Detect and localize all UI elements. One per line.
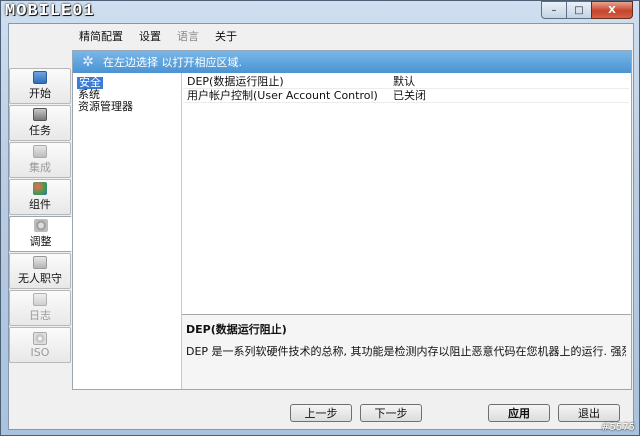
info-bar-text: 在左边选择 以打开相应区域. (103, 56, 242, 69)
tree-item-explorer[interactable]: 资源管理器 (77, 101, 177, 113)
tweaks-panel: ✲ 在左边选择 以打开相应区域. 安全 系统 资源管理器 DEP(数据运行阻止)… (72, 50, 632, 390)
nav-item-unattended[interactable]: 无人职守 (9, 253, 71, 289)
start-icon (33, 71, 47, 84)
nav-item-label: 日志 (29, 309, 51, 322)
maximize-button[interactable]: □ (566, 1, 592, 19)
nav-item-label: 任务 (29, 124, 51, 137)
nav-item-label: 开始 (29, 87, 51, 100)
title-bar: MOBILE01 – □ X (1, 1, 639, 23)
app-window: MOBILE01 – □ X 精简配置 设置 语言 关于 开始 任务 集成 组件… (0, 0, 640, 436)
gear-icon: ✲ (82, 54, 94, 70)
log-icon (33, 293, 47, 306)
button-bar: 上一步 下一步 应用 退出 (9, 396, 633, 426)
menu-item-settings[interactable]: 设置 (139, 28, 161, 44)
nav-item-start[interactable]: 开始 (9, 68, 71, 104)
window-controls: – □ X (541, 1, 633, 19)
description-pane: DEP(数据运行阻止) DEP 是一系列软硬件技术的总称, 其功能是检测内存以阻… (182, 314, 631, 389)
menu-item-language[interactable]: 语言 (177, 28, 199, 44)
task-icon (33, 108, 47, 121)
minimize-button[interactable]: – (541, 1, 567, 19)
sidebar-nav: 开始 任务 集成 组件 调整 无人职守 日志 ISO (9, 68, 72, 364)
menu-item-about[interactable]: 关于 (215, 28, 237, 44)
nav-item-task[interactable]: 任务 (9, 105, 71, 141)
setting-value: 已关闭 (393, 89, 426, 102)
list-item[interactable]: DEP(数据运行阻止) 默认 (183, 75, 629, 89)
settings-list: DEP(数据运行阻止) 默认 用户帐户控制(User Account Contr… (183, 75, 629, 103)
description-text: DEP 是一系列软硬件技术的总称, 其功能是检测内存以阻止恶意代码在您机器上的运… (186, 345, 626, 358)
tweaks-icon (33, 219, 48, 232)
apply-button[interactable]: 应用 (488, 404, 550, 422)
watermark: #5575 (601, 422, 635, 433)
setting-name: 用户帐户控制(User Account Control) (187, 89, 378, 102)
menu-bar: 精简配置 设置 语言 关于 (79, 26, 253, 46)
prev-button[interactable]: 上一步 (290, 404, 352, 422)
setting-name: DEP(数据运行阻止) (187, 75, 284, 88)
nav-item-log[interactable]: 日志 (9, 290, 71, 326)
description-title: DEP(数据运行阻止) (186, 323, 287, 336)
info-bar: ✲ 在左边选择 以打开相应区域. (73, 51, 631, 73)
next-button[interactable]: 下一步 (360, 404, 422, 422)
client-area: 精简配置 设置 语言 关于 开始 任务 集成 组件 调整 无人职守 日志 ISO… (8, 23, 634, 430)
components-icon (33, 182, 47, 195)
list-item[interactable]: 用户帐户控制(User Account Control) 已关闭 (183, 89, 629, 103)
close-button[interactable]: X (591, 1, 633, 19)
exit-button[interactable]: 退出 (558, 404, 620, 422)
nav-item-integrate[interactable]: 集成 (9, 142, 71, 178)
nav-item-label: 无人职守 (18, 272, 62, 285)
nav-item-label: 组件 (29, 198, 51, 211)
menu-item-lite-config[interactable]: 精简配置 (79, 28, 123, 44)
unattended-icon (33, 256, 47, 269)
category-tree: 安全 系统 资源管理器 (77, 76, 177, 113)
nav-item-tweaks[interactable]: 调整 (9, 216, 72, 252)
nav-item-label: 集成 (29, 161, 51, 174)
mobile01-logo: MOBILE01 (5, 2, 95, 21)
nav-item-label: ISO (30, 345, 50, 359)
integrate-icon (33, 145, 47, 158)
nav-item-components[interactable]: 组件 (9, 179, 71, 215)
setting-value: 默认 (393, 75, 415, 88)
nav-item-iso[interactable]: ISO (9, 327, 71, 363)
iso-icon (33, 331, 47, 345)
nav-item-label: 调整 (29, 235, 52, 248)
